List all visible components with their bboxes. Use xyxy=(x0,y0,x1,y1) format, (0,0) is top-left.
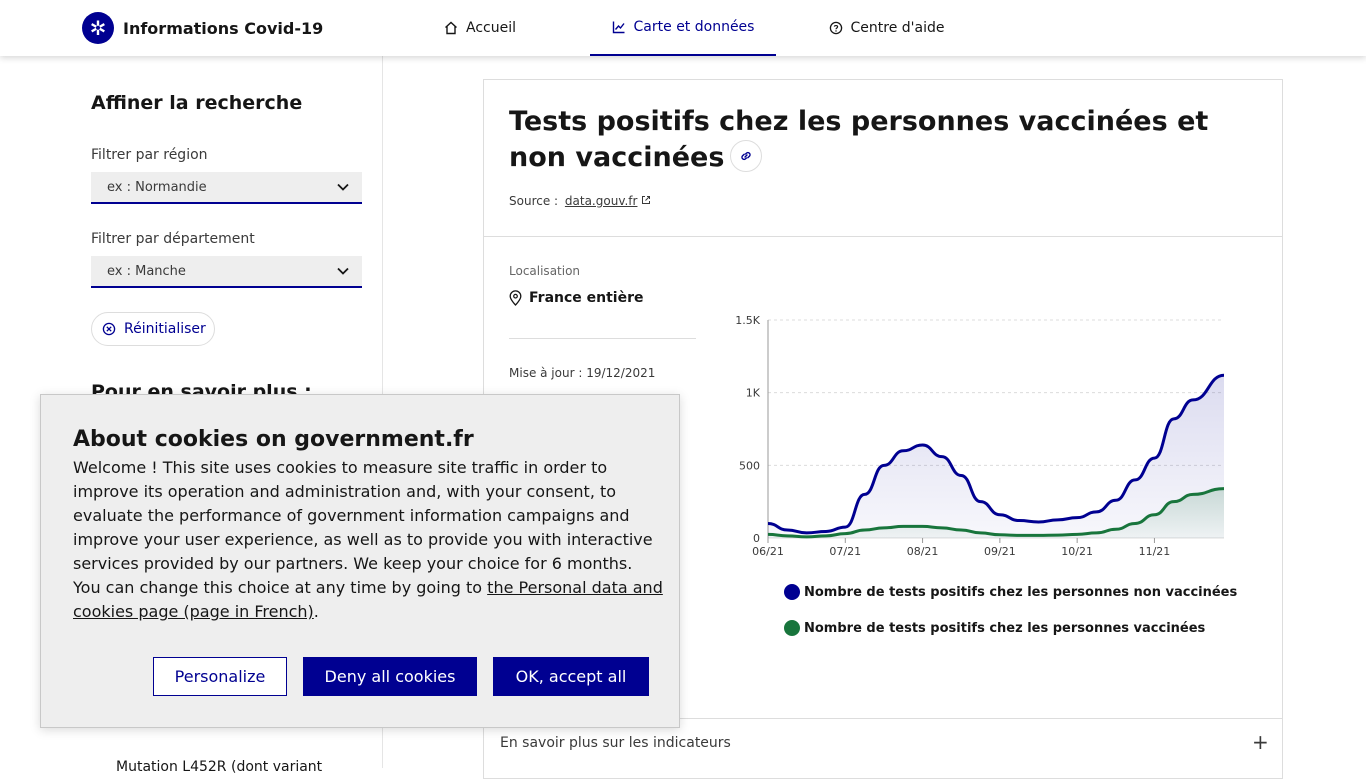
reset-button[interactable]: Réinitialiser xyxy=(91,312,215,346)
y-tick-label: 0 xyxy=(753,532,760,545)
divider xyxy=(484,236,1282,237)
chevron-down-icon xyxy=(336,180,350,198)
location-value: France entière xyxy=(509,290,644,306)
positive-tests-chart: 0 500 1K 1.5K 06/21 07/21 08/21 09/21 10/21 11/21 xyxy=(735,314,1225,558)
close-circle-icon xyxy=(102,322,116,336)
nav-label: Accueil xyxy=(466,20,516,36)
filter-title: Affiner la recherche xyxy=(91,92,303,114)
mutation-link[interactable]: Mutation L452R (dont variant xyxy=(116,759,322,775)
legend-item-unvaccinated[interactable]: Nombre de tests positifs chez les person… xyxy=(784,584,1237,600)
divider xyxy=(509,338,696,339)
card-title: Tests positifs chez les personnes vaccin… xyxy=(509,104,1209,176)
external-link-icon xyxy=(641,194,651,208)
update-date: Mise à jour : 19/12/2021 xyxy=(509,366,656,380)
nav-accueil[interactable]: Accueil xyxy=(430,0,530,56)
y-tick-label: 500 xyxy=(739,459,760,472)
cookie-text: Welcome ! This site uses cookies to meas… xyxy=(73,456,663,624)
help-circle-icon xyxy=(829,21,843,35)
nav-label: Centre d'aide xyxy=(850,20,945,36)
region-select-value: ex : Normandie xyxy=(107,179,207,195)
y-tick-label: 1.5K xyxy=(735,314,760,327)
legend-dot xyxy=(784,584,800,600)
source-prefix: Source : xyxy=(509,194,559,208)
site-header: ✲ Informations Covid-19 Accueil Carte et… xyxy=(0,0,1366,56)
personalize-button[interactable]: Personalize xyxy=(153,657,287,696)
department-select[interactable]: ex : Manche xyxy=(91,256,362,288)
accept-cookies-button[interactable]: OK, accept all xyxy=(493,657,649,696)
site-title: Informations Covid-19 xyxy=(123,18,324,38)
source-line: Source : data.gouv.fr xyxy=(509,194,651,208)
nav-centre-aide[interactable]: Centre d'aide xyxy=(815,0,958,56)
department-label: Filtrer par département xyxy=(91,231,255,247)
cookie-text-main: Welcome ! This site uses cookies to meas… xyxy=(73,458,653,597)
department-select-value: ex : Manche xyxy=(107,263,186,279)
reset-label: Réinitialiser xyxy=(124,321,206,337)
region-label: Filtrer par région xyxy=(91,147,208,163)
virus-logo-icon: ✲ xyxy=(82,12,114,44)
region-select[interactable]: ex : Normandie xyxy=(91,172,362,204)
location-text: France entière xyxy=(529,290,644,306)
chevron-down-icon xyxy=(336,264,350,282)
chart-line-icon xyxy=(612,20,626,34)
x-tick-label: 06/21 xyxy=(752,545,784,558)
cookie-banner: About cookies on government.fr Welcome !… xyxy=(40,394,680,728)
x-tick-label: 08/21 xyxy=(907,545,939,558)
cookie-text-end: . xyxy=(313,602,319,621)
source-link[interactable]: data.gouv.fr xyxy=(565,194,638,208)
legend-label: Nombre de tests positifs chez les person… xyxy=(804,584,1238,600)
deny-cookies-button[interactable]: Deny all cookies xyxy=(303,657,477,696)
indicators-accordion-label[interactable]: En savoir plus sur les indicateurs xyxy=(500,735,731,751)
brand-link[interactable]: ✲ Informations Covid-19 xyxy=(82,12,323,44)
x-tick-label: 09/21 xyxy=(984,545,1016,558)
location-label: Localisation xyxy=(509,264,581,278)
link-icon xyxy=(741,151,752,160)
legend-dot xyxy=(784,620,800,636)
copy-link-button[interactable] xyxy=(730,139,763,172)
y-tick-label: 1K xyxy=(746,387,761,400)
x-tick-label: 11/21 xyxy=(1139,545,1171,558)
expand-plus-icon[interactable]: + xyxy=(1252,730,1269,754)
nav-carte-donnees[interactable]: Carte et données xyxy=(590,0,776,56)
home-icon xyxy=(444,21,458,35)
cookie-title: About cookies on government.fr xyxy=(73,427,474,452)
nav-label: Carte et données xyxy=(633,19,755,35)
legend-item-vaccinated[interactable]: Nombre de tests positifs chez les person… xyxy=(784,620,1205,636)
card-title-text: Tests positifs chez les personnes vaccin… xyxy=(509,106,1209,173)
map-pin-icon xyxy=(509,290,522,306)
x-tick-label: 07/21 xyxy=(829,545,861,558)
legend-label: Nombre de tests positifs chez les person… xyxy=(804,620,1206,636)
x-tick-label: 10/21 xyxy=(1061,545,1093,558)
